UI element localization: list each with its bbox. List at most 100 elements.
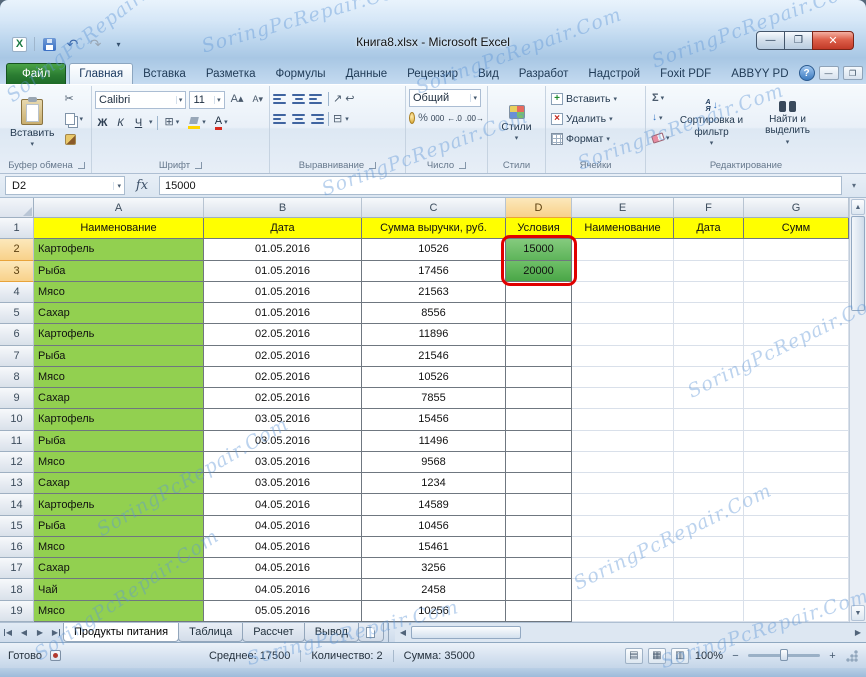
help-button[interactable]: ? <box>798 65 815 81</box>
cell-C14[interactable]: 14589 <box>362 494 506 516</box>
scroll-left-icon[interactable]: ◀ <box>395 628 411 637</box>
align-left-icon[interactable] <box>273 114 288 124</box>
autosum-button[interactable]: Σ ▾ <box>649 89 673 107</box>
cell-B1[interactable]: Дата <box>204 218 362 240</box>
cell-C4[interactable]: 21563 <box>362 281 506 304</box>
cell-A15[interactable]: Рыба <box>34 515 204 537</box>
copy-button[interactable]: ▾ <box>62 110 87 128</box>
paste-button[interactable]: Вставить ▾ <box>5 88 60 158</box>
row-header-17[interactable]: 17 <box>0 558 34 580</box>
cell-G9[interactable] <box>744 388 849 410</box>
cell-F7[interactable] <box>674 345 744 367</box>
cell-C2[interactable]: 10526 <box>362 239 506 261</box>
cell-A18[interactable]: Чай <box>34 579 204 601</box>
row-header-13[interactable]: 13 <box>0 473 34 495</box>
row-header-15[interactable]: 15 <box>0 515 34 537</box>
cell-B9[interactable]: 02.05.2016 <box>204 388 362 410</box>
cell-C10[interactable]: 15456 <box>362 409 506 431</box>
sort-filter-button[interactable]: А Я ↓ Сортировка и фильтр ▾ <box>675 88 749 158</box>
column-header-D[interactable]: D <box>506 198 572 218</box>
cell-F4[interactable] <box>674 281 744 304</box>
format-cells-button[interactable]: Формат ▾ <box>549 129 642 149</box>
cell-D7[interactable] <box>506 345 572 367</box>
horizontal-scroll-thumb[interactable] <box>410 626 521 639</box>
cell-D5[interactable] <box>506 303 572 325</box>
cell-D12[interactable] <box>506 451 572 474</box>
wrap-text-icon[interactable]: ↩ <box>345 93 354 105</box>
cell-C6[interactable]: 11896 <box>362 324 506 346</box>
cell-G19[interactable] <box>744 600 849 622</box>
borders-button[interactable]: ⊞ ▾ <box>162 114 183 132</box>
underline-button[interactable]: Ч <box>131 114 146 131</box>
cell-D13[interactable] <box>506 473 572 495</box>
cut-button[interactable]: ✂ <box>62 90 87 108</box>
column-header-F[interactable]: F <box>674 198 744 218</box>
scroll-up-icon[interactable]: ▲ <box>851 199 865 215</box>
cell-E2[interactable] <box>572 239 674 261</box>
zoom-in-button[interactable]: + <box>826 650 839 662</box>
cell-G4[interactable] <box>744 281 849 304</box>
next-sheet-button[interactable]: ▶ <box>32 623 48 642</box>
cell-E13[interactable] <box>572 473 674 495</box>
cell-G17[interactable] <box>744 558 849 580</box>
cell-A13[interactable]: Сахар <box>34 473 204 495</box>
row-header-4[interactable]: 4 <box>0 281 34 304</box>
cell-C18[interactable]: 2458 <box>362 579 506 601</box>
zoom-level[interactable]: 100% <box>695 650 723 662</box>
cell-B17[interactable]: 04.05.2016 <box>204 558 362 580</box>
row-header-7[interactable]: 7 <box>0 345 34 367</box>
cell-C15[interactable]: 10456 <box>362 515 506 537</box>
cell-D17[interactable] <box>506 558 572 580</box>
percent-icon[interactable]: % <box>418 112 428 124</box>
row-header-16[interactable]: 16 <box>0 536 34 559</box>
cell-F2[interactable] <box>674 239 744 261</box>
cell-D2[interactable]: 15000 <box>506 239 572 261</box>
cell-C16[interactable]: 15461 <box>362 536 506 559</box>
zoom-out-button[interactable]: − <box>729 650 742 662</box>
cell-G13[interactable] <box>744 473 849 495</box>
cell-F9[interactable] <box>674 388 744 410</box>
styles-button[interactable]: Стили ▾ <box>496 88 536 158</box>
first-sheet-button[interactable]: ◀ <box>0 623 16 642</box>
cell-D3[interactable]: 20000 <box>506 260 572 282</box>
delete-cells-button[interactable]: × Удалить ▾ <box>549 109 642 129</box>
row-header-8[interactable]: 8 <box>0 366 34 389</box>
cell-E12[interactable] <box>572 451 674 474</box>
name-box[interactable]: D2 ▾ <box>5 176 125 195</box>
cell-B8[interactable]: 02.05.2016 <box>204 366 362 389</box>
row-header-1[interactable]: 1 <box>0 218 34 240</box>
row-header-19[interactable]: 19 <box>0 600 34 622</box>
cell-G18[interactable] <box>744 579 849 601</box>
cell-D18[interactable] <box>506 579 572 601</box>
cell-B11[interactable]: 03.05.2016 <box>204 430 362 452</box>
cell-D16[interactable] <box>506 536 572 559</box>
cell-B15[interactable]: 04.05.2016 <box>204 515 362 537</box>
ribbon-tab-Вид[interactable]: Вид <box>468 63 509 84</box>
ribbon-tab-Foxit PDF[interactable]: Foxit PDF <box>650 63 721 84</box>
cell-C9[interactable]: 7855 <box>362 388 506 410</box>
cell-E3[interactable] <box>572 260 674 282</box>
cell-A11[interactable]: Рыба <box>34 430 204 452</box>
row-header-6[interactable]: 6 <box>0 324 34 346</box>
cell-D6[interactable] <box>506 324 572 346</box>
insert-function-button[interactable]: fx <box>130 178 154 193</box>
cell-F14[interactable] <box>674 494 744 516</box>
currency-icon[interactable] <box>409 112 416 124</box>
cell-C3[interactable]: 17456 <box>362 260 506 282</box>
row-header-2[interactable]: 2 <box>0 239 34 261</box>
dialog-launcher-icon[interactable] <box>459 162 467 169</box>
cell-B10[interactable]: 03.05.2016 <box>204 409 362 431</box>
cell-A5[interactable]: Сахар <box>34 303 204 325</box>
scroll-down-icon[interactable]: ▼ <box>851 605 865 621</box>
last-sheet-button[interactable]: ▶ <box>48 623 64 642</box>
cell-A14[interactable]: Картофель <box>34 494 204 516</box>
workbook-restore-button[interactable]: ❐ <box>842 66 863 80</box>
ribbon-tab-Вставка[interactable]: Вставка <box>133 63 196 84</box>
dialog-launcher-icon[interactable] <box>77 162 85 169</box>
cell-F10[interactable] <box>674 409 744 431</box>
row-header-12[interactable]: 12 <box>0 451 34 474</box>
zoom-slider-thumb[interactable] <box>780 649 788 661</box>
zoom-slider[interactable] <box>748 649 820 661</box>
cell-F19[interactable] <box>674 600 744 622</box>
sheet-tab-Вывод[interactable]: Вывод <box>303 623 359 642</box>
